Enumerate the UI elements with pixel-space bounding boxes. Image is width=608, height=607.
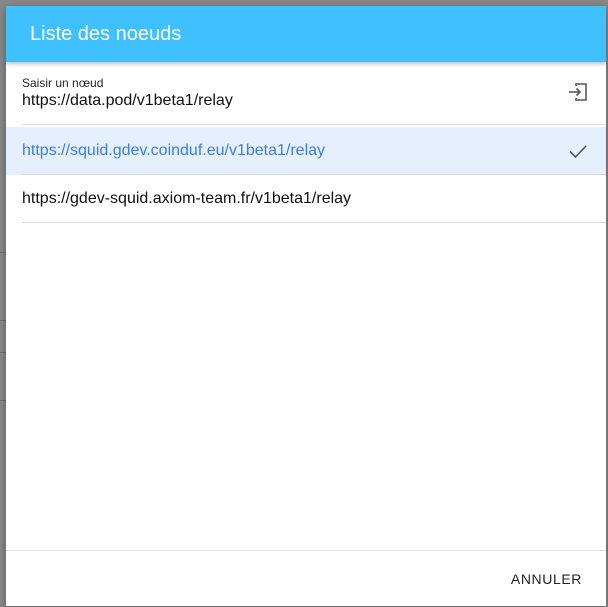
list-item-inner: https://squid.gdev.coinduf.eu/v1beta1/re… [22, 127, 606, 175]
node-input[interactable] [22, 90, 552, 112]
submit-node-button[interactable] [566, 80, 590, 104]
dialog-toolbar: Liste des noeuds [6, 6, 606, 62]
dialog-content: Saisir un nœud https://squid.gdev.coindu… [6, 62, 606, 550]
node-list-dialog: Liste des noeuds Saisir un nœud https://… [6, 6, 606, 606]
dialog-title: Liste des noeuds [30, 23, 182, 45]
login-icon [569, 83, 587, 101]
cancel-button[interactable]: ANNULER [503, 561, 590, 597]
node-url: https://gdev-squid.axiom-team.fr/v1beta1… [22, 190, 352, 207]
list-item-inner: https://gdev-squid.axiom-team.fr/v1beta1… [22, 175, 606, 223]
node-url: https://squid.gdev.coinduf.eu/v1beta1/re… [22, 142, 326, 159]
node-input-label: Saisir un nœud [22, 76, 104, 90]
node-input-wrapper: Saisir un nœud [22, 62, 606, 125]
node-list: https://squid.gdev.coinduf.eu/v1beta1/re… [6, 127, 606, 223]
check-icon [569, 145, 587, 159]
node-list-item-selected[interactable]: https://squid.gdev.coinduf.eu/v1beta1/re… [6, 127, 606, 175]
dialog-footer: ANNULER [6, 550, 606, 606]
node-list-item[interactable]: https://gdev-squid.axiom-team.fr/v1beta1… [6, 175, 606, 223]
